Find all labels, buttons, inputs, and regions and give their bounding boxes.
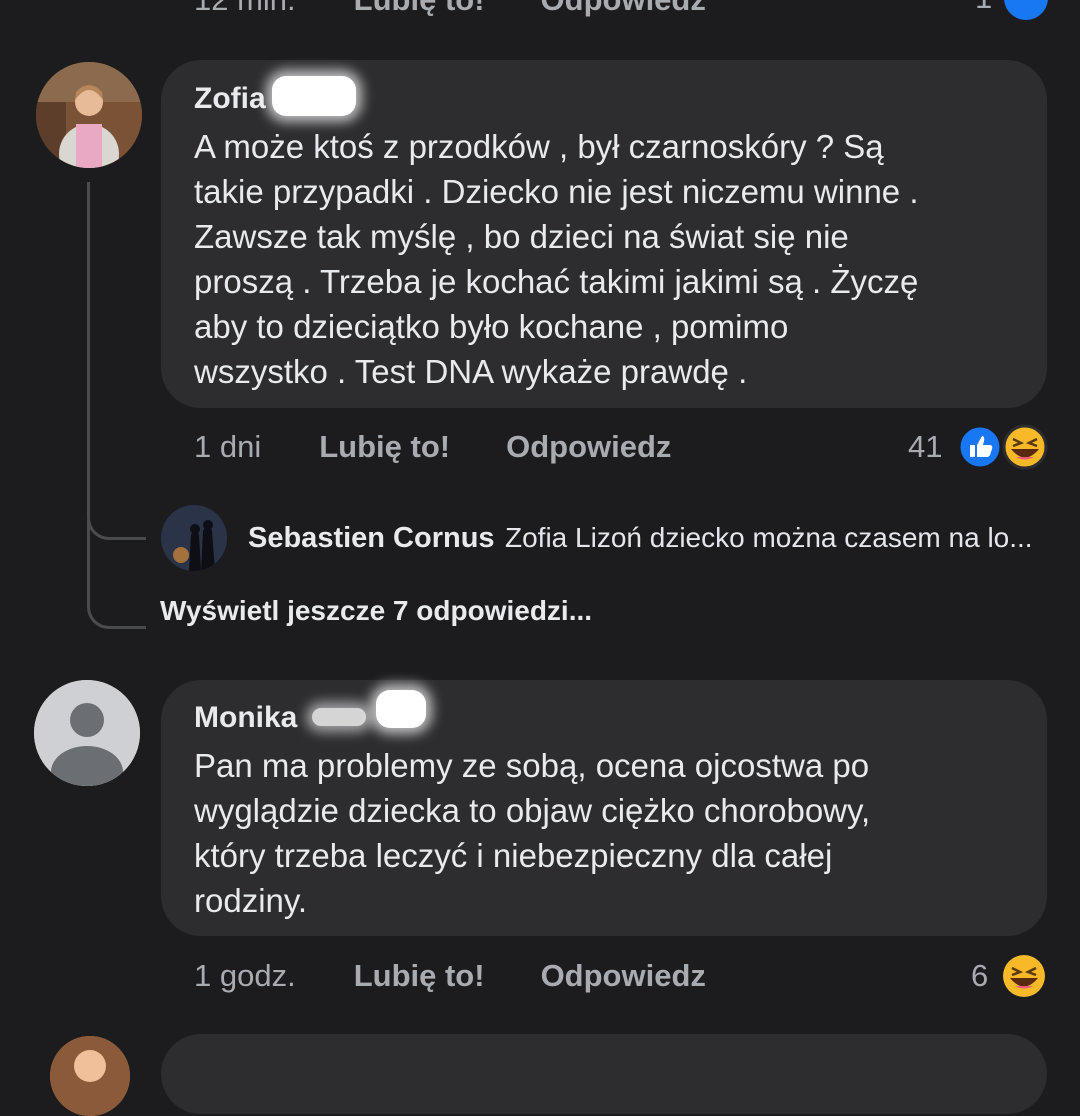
reaction-count[interactable]: 6 [971,958,988,994]
redaction [376,690,426,728]
avatar-photo [36,62,142,168]
like-icon [957,424,1003,470]
avatar-photo [50,1036,130,1116]
reply-button[interactable]: Odpowiedz [506,429,671,465]
reply-button[interactable]: Odpowiedz [541,0,706,18]
thread-line [87,182,146,540]
thread-line [87,520,146,629]
avatar[interactable] [34,680,140,786]
top-comment-meta: 12 min. Lubię to! Odpowiedz [194,0,1054,22]
comment-text: Pan ma problemy ze sobą, ocena ojcostwa … [194,747,871,919]
reply-snippet[interactable]: Zofia Lizoń dziecko można czasem na lo..… [505,522,1033,554]
avatar-photo [161,505,227,571]
reply-author[interactable]: Sebastien Cornus [248,522,495,555]
redaction [272,76,356,116]
like-button[interactable]: Lubię to! [319,429,450,465]
default-avatar-icon [34,680,140,786]
comment-time: 1 godz. [194,958,296,993]
reply-button[interactable]: Odpowiedz [541,958,706,994]
comment-author[interactable]: Monika [194,701,297,735]
reactions[interactable] [957,424,1049,470]
reactions[interactable] [1001,953,1047,999]
redaction [312,708,366,726]
comment-time: 12 min. [194,0,296,18]
like-button[interactable]: Lubię to! [354,0,485,18]
comment-author[interactable]: Zofia [194,82,266,116]
reaction-count[interactable]: 41 [908,429,942,465]
haha-icon [1003,955,1045,997]
comment-meta: 1 dni Lubię to! Odpowiedz [194,425,814,469]
view-more-replies[interactable]: Wyświetl jeszcze 7 odpowiedzi... [160,595,592,627]
comment-text: A może ktoś z przodków , był czarnoskóry… [194,128,919,390]
reaction-count[interactable]: 1 [975,0,992,16]
comment-bubble [161,1034,1047,1114]
comment-time: 1 dni [194,429,262,464]
avatar[interactable] [161,505,227,571]
comment-meta: 1 godz. Lubię to! Odpowiedz [194,954,814,998]
avatar[interactable] [36,62,142,168]
avatar[interactable] [50,1036,130,1116]
like-button[interactable]: Lubię to! [354,958,485,994]
haha-icon [1002,424,1048,470]
